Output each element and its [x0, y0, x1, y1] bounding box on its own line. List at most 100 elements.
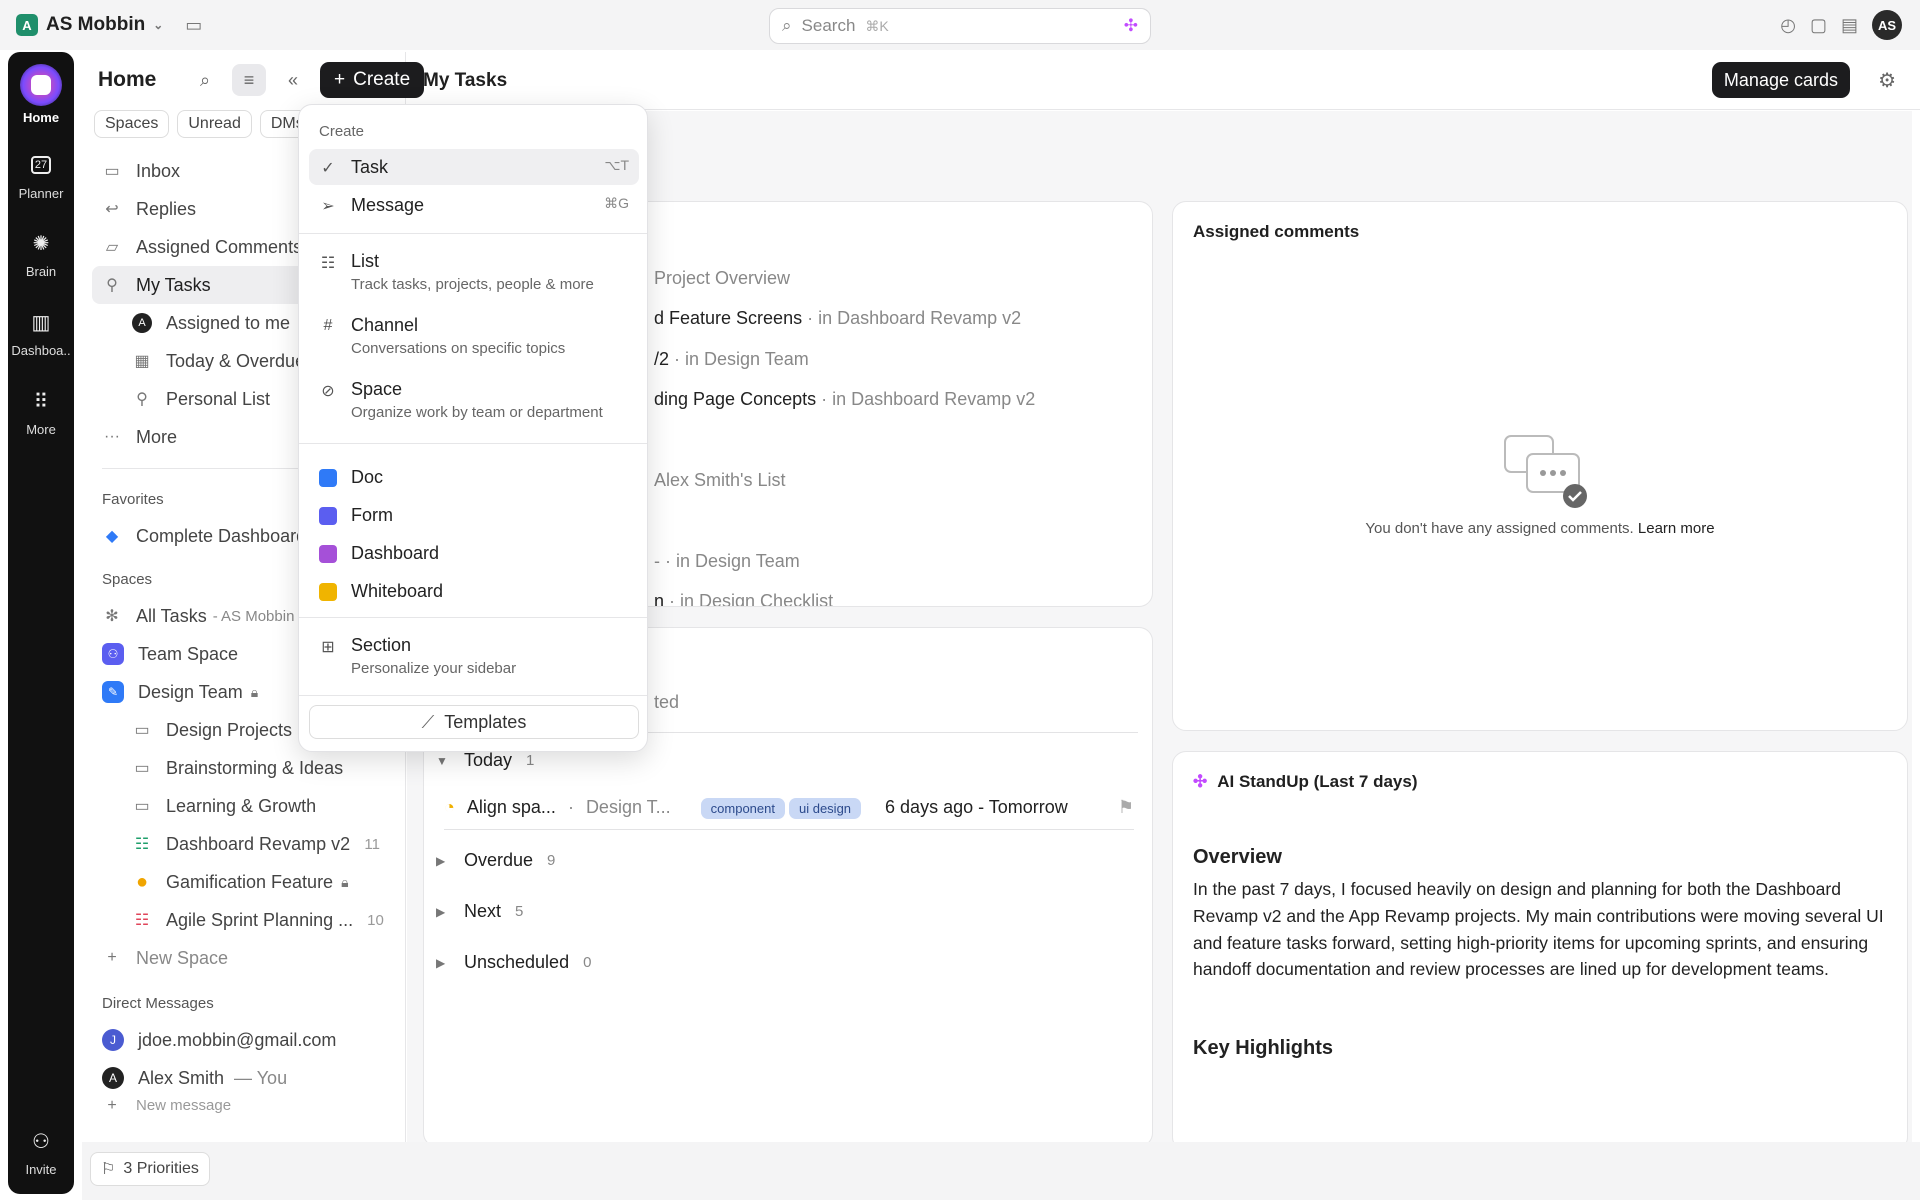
tab-completed-fragment[interactable]: ted [654, 692, 679, 713]
priorities-button[interactable]: ⚐ 3 Priorities [90, 1152, 210, 1186]
list-icon: ☷ [320, 255, 336, 272]
notepad-icon[interactable]: ▤ [1841, 15, 1858, 36]
recent-item[interactable]: Alex Smith's List [654, 470, 785, 491]
sidebar-item-label: Replies [136, 198, 197, 219]
ai-brain-icon[interactable]: ✣ [1124, 16, 1138, 36]
video-icon[interactable]: ▢ [1810, 15, 1827, 36]
recent-item[interactable]: ding Page Concepts · in Dashboard Revamp… [654, 389, 1035, 410]
recent-location: in Design Team [676, 551, 800, 571]
shortcut-hint: ⌘G [604, 195, 629, 211]
group-next[interactable]: ▶ Next 5 [436, 901, 523, 922]
rail-more-label: More [26, 422, 56, 437]
folder-label: Learning & Growth [166, 795, 317, 816]
list-agile-sprint[interactable]: ☷ Agile Sprint Planning ... 10 [92, 901, 392, 939]
space-workspace-suffix: - AS Mobbin [212, 607, 295, 625]
learn-more-link[interactable]: Learn more [1638, 520, 1715, 537]
sidebar-item-label: My Tasks [136, 274, 211, 295]
collapse-sidebar-icon[interactable]: « [276, 64, 310, 96]
rail-dashboards[interactable]: ▥ Dashboa.. [8, 307, 74, 359]
group-label: Unscheduled [464, 952, 570, 972]
doc-icon [319, 469, 337, 487]
menu-item-doc[interactable]: Doc [309, 461, 639, 493]
rail-planner[interactable]: 27 Planner [8, 150, 74, 201]
new-message-button[interactable]: + New message [92, 1097, 392, 1113]
rail-more[interactable]: ⠿ More [8, 386, 74, 438]
gear-icon[interactable]: ⚙ [1878, 68, 1896, 93]
plus-icon: + [107, 1097, 117, 1113]
divider [299, 233, 647, 234]
recent-item[interactable]: n · in Design Checklist [654, 591, 833, 607]
recent-item[interactable]: Project Overview [654, 268, 790, 289]
dm-label: Alex Smith [138, 1067, 225, 1088]
divider [299, 443, 647, 444]
menu-item-message[interactable]: ➢ Message ⌘G [309, 187, 639, 223]
rail-brain-label: Brain [25, 264, 57, 279]
manage-cards-button[interactable]: Manage cards [1711, 62, 1850, 98]
lock-icon: 🔒︎ [341, 873, 349, 890]
recent-item[interactable]: d Feature Screens · in Dashboard Revamp … [654, 308, 1021, 329]
menu-item-section[interactable]: ⊞ Section Personalize your sidebar [309, 635, 639, 677]
priorities-label: 3 Priorities [123, 1160, 199, 1177]
rail-brain[interactable]: ✺ Brain [8, 228, 74, 280]
dm-item[interactable]: Jjdoe.mobbin@gmail.com [92, 1021, 392, 1059]
recent-item[interactable]: /2 · in Design Team [654, 349, 809, 370]
group-today[interactable]: ▼ Today 1 [436, 750, 534, 771]
reply-icon: ↩ [105, 201, 119, 218]
comment-icon: ▱ [105, 239, 119, 256]
folder-learning-growth[interactable]: ▭ Learning & Growth [92, 787, 392, 825]
recent-item[interactable]: - · in Design Team [654, 551, 800, 572]
filter-icon[interactable]: ≡ [232, 64, 266, 96]
menu-item-whiteboard[interactable]: Whiteboard [309, 575, 639, 607]
menu-item-form[interactable]: Form [309, 499, 639, 531]
recent-name: n [654, 591, 665, 607]
asterisk-icon: ✻ [105, 608, 119, 625]
dm-item[interactable]: A Alex Smith — You [92, 1059, 392, 1097]
menu-item-task[interactable]: ✓ Task ⌥T [309, 149, 639, 185]
flag-icon[interactable]: ⚑ [1118, 797, 1134, 818]
menu-item-description: Personalize your sidebar [351, 660, 517, 677]
tag[interactable]: component [700, 797, 785, 819]
divider [299, 695, 647, 696]
menu-item-channel[interactable]: # Channel Conversations on specific topic… [309, 315, 639, 357]
rail-invite[interactable]: ⚇ Invite [8, 1126, 74, 1178]
user-avatar[interactable]: AS [1872, 10, 1902, 40]
tag[interactable]: ui design [788, 797, 862, 819]
table-row[interactable]: ◔ Align spa... · Design T... component ui… [444, 786, 1134, 830]
chip-spaces[interactable]: Spaces [94, 110, 170, 138]
chevron-down-icon: ⌄ [153, 18, 164, 32]
check-circle-icon[interactable]: ◴ [1780, 15, 1796, 36]
group-count: 9 [547, 852, 556, 869]
list-dashboard-revamp[interactable]: ☷ Dashboard Revamp v2 11 [92, 825, 392, 863]
main-header: My Tasks Manage cards ⚙ [407, 52, 1920, 110]
chip-unread[interactable]: Unread [177, 110, 252, 138]
overview-heading: Overview [1193, 846, 1282, 868]
menu-item-description: Conversations on specific topics [351, 340, 566, 357]
menu-item-list[interactable]: ☷ List Track tasks, projects, people & mo… [309, 251, 639, 293]
menu-item-label: Dashboard [351, 542, 440, 563]
avatar: A [102, 1067, 124, 1089]
favorite-item-label: Complete Dashboard [136, 525, 307, 546]
home-icon [20, 64, 62, 106]
group-overdue[interactable]: ▶ Overdue 9 [436, 850, 555, 871]
list-gamification[interactable]: ● Gamification Feature 🔒︎ [92, 863, 392, 901]
overview-text: In the past 7 days, I focused heavily on… [1193, 879, 1884, 980]
templates-button[interactable]: ⟋ Templates [309, 705, 639, 739]
calendar-icon[interactable]: ▭ [185, 15, 202, 36]
search-icon[interactable]: ⌕ [188, 64, 222, 96]
dashboard-icon: ▥ [31, 311, 51, 334]
group-unscheduled[interactable]: ▶ Unscheduled 0 [436, 952, 591, 973]
menu-item-space[interactable]: ⊘ Space Organize work by team or departme… [309, 379, 639, 421]
folder-brainstorming[interactable]: ▭ Brainstorming & Ideas [92, 749, 392, 787]
workspace-switcher[interactable]: A AS Mobbin ⌄ [16, 14, 163, 36]
comments-empty-icon [1504, 435, 1587, 508]
menu-item-dashboard[interactable]: Dashboard [309, 537, 639, 569]
recent-location: in Dashboard Revamp v2 [832, 389, 1036, 409]
list-label: Agile Sprint Planning ... [166, 909, 354, 930]
task-dates[interactable]: 6 days ago - Tomorrow [885, 797, 1068, 818]
section-icon: ⊞ [321, 639, 335, 656]
in-progress-status-icon[interactable]: ◔ [444, 797, 455, 818]
new-space-button[interactable]: + New Space [92, 939, 392, 977]
rail-home[interactable]: Home [8, 64, 74, 125]
card-title: ✣ AI StandUp (Last 7 days) [1193, 772, 1418, 792]
search-bar[interactable]: ⌕ Search ⌘K ✣ [769, 8, 1151, 44]
